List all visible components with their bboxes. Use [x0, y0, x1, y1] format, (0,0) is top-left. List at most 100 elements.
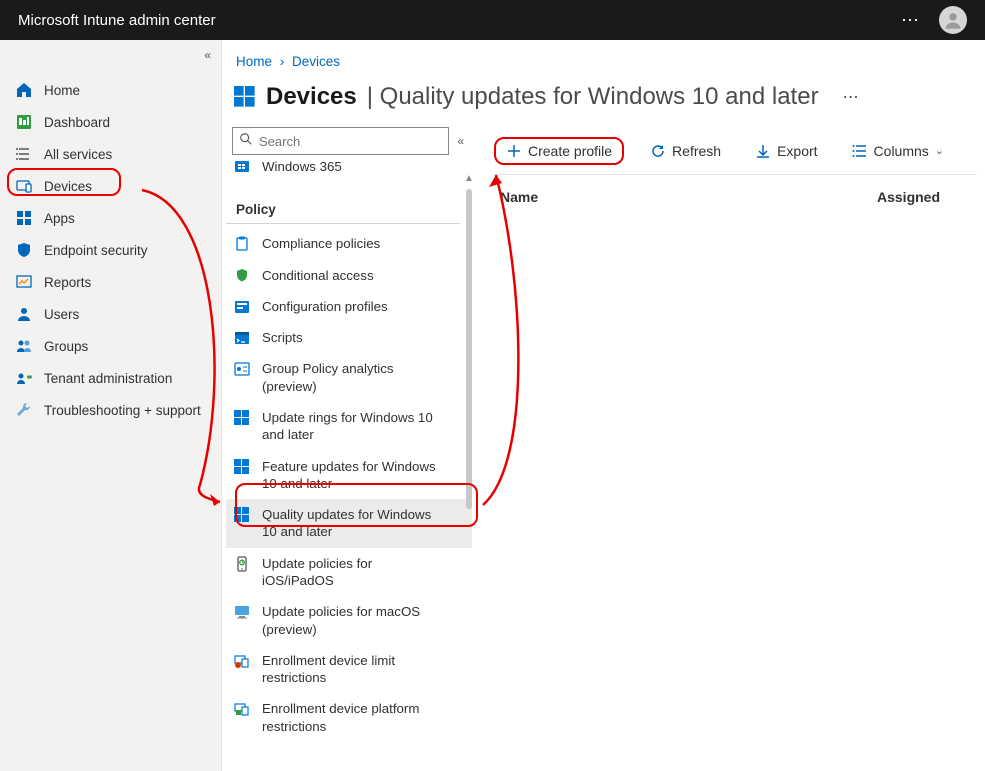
- page-title: Devices: [266, 83, 357, 111]
- subnav-item-ios[interactable]: Update policies for iOS/iPadOS: [226, 548, 472, 597]
- subnav-item-feature[interactable]: Feature updates for Windows 10 and later: [226, 451, 472, 500]
- updaterings-icon: [234, 410, 250, 426]
- subnav-item-gpo[interactable]: Group Policy analytics (preview): [226, 353, 472, 402]
- nav-item-allservices[interactable]: All services: [0, 138, 221, 170]
- refresh-label: Refresh: [672, 143, 721, 159]
- command-bar: Create profile Refresh Export Columns ⌄: [494, 127, 977, 175]
- col-name[interactable]: Name: [494, 189, 877, 205]
- macos-icon: [234, 604, 250, 620]
- columns-button[interactable]: Columns ⌄: [844, 139, 952, 163]
- subnav-item-label: Update rings for Windows 10 and later: [262, 409, 447, 444]
- create-profile-button[interactable]: Create profile: [494, 137, 624, 165]
- subnav-item-label: Windows 365: [262, 161, 342, 175]
- reports-icon: [16, 274, 32, 290]
- export-button[interactable]: Export: [747, 139, 825, 163]
- subnav-item-updaterings[interactable]: Update rings for Windows 10 and later: [226, 402, 472, 451]
- nav-item-groups[interactable]: Groups: [0, 330, 221, 362]
- subnav-item-label: Update policies for iOS/iPadOS: [262, 555, 447, 590]
- page-more-icon[interactable]: ⋯: [843, 87, 859, 107]
- users-icon: [16, 306, 32, 322]
- main-area: Home › Devices Devices | Quality updates…: [222, 40, 985, 771]
- app-title: Microsoft Intune admin center: [18, 12, 901, 29]
- user-avatar[interactable]: [939, 6, 967, 34]
- subnav-item-config[interactable]: Configuration profiles: [226, 291, 472, 322]
- nav-item-users[interactable]: Users: [0, 298, 221, 330]
- subnav-item-label: Enrollment device limit restrictions: [262, 652, 447, 687]
- nav-item-trouble[interactable]: Troubleshooting + support: [0, 394, 221, 426]
- subnav-item-enr-limit[interactable]: Enrollment device limit restrictions: [226, 645, 472, 694]
- nav-item-endpointsecurity[interactable]: Endpoint security: [0, 234, 221, 266]
- breadcrumb-devices[interactable]: Devices: [292, 54, 340, 69]
- subnav-search[interactable]: [232, 127, 449, 155]
- win365-icon: [234, 161, 250, 175]
- scroll-thumb[interactable]: [466, 189, 472, 509]
- groups-icon: [16, 338, 32, 354]
- scripts-icon: [234, 330, 250, 346]
- left-nav: « Home Dashboard All services Devices AppsEn…: [0, 40, 222, 771]
- allservices-icon: [16, 146, 32, 162]
- subnav-item-macos[interactable]: Update policies for macOS (preview): [226, 596, 472, 645]
- subnav-group-policy: Policy: [226, 188, 460, 224]
- config-icon: [234, 299, 250, 315]
- nav-item-reports[interactable]: Reports: [0, 266, 221, 298]
- scroll-up-icon[interactable]: ▲: [464, 173, 472, 184]
- page-subtitle: | Quality updates for Windows 10 and lat…: [367, 83, 819, 111]
- subnav-item-quality[interactable]: Quality updates for Windows 10 and later: [226, 499, 472, 548]
- col-assigned[interactable]: Assigned: [877, 189, 977, 205]
- subnav-item-scripts[interactable]: Scripts: [226, 322, 472, 353]
- plus-icon: [506, 143, 522, 159]
- enr-limit-icon: [234, 653, 250, 669]
- subnav-collapse-icon[interactable]: «: [457, 134, 464, 148]
- breadcrumb: Home › Devices: [222, 54, 985, 83]
- enr-plat-icon: [234, 701, 250, 717]
- apps-icon: [16, 210, 32, 226]
- subnav-item-label: Configuration profiles: [262, 298, 388, 315]
- page-header: Devices | Quality updates for Windows 10…: [222, 83, 985, 127]
- compliance-icon: [234, 236, 250, 252]
- subnav-item-label: Enrollment device platform restrictions: [262, 700, 447, 735]
- refresh-icon: [650, 143, 666, 159]
- windows-logo-icon: [234, 86, 256, 108]
- subnav-item-label: Quality updates for Windows 10 and later: [262, 506, 447, 541]
- content-panel: Create profile Refresh Export Columns ⌄: [472, 127, 985, 771]
- refresh-button[interactable]: Refresh: [642, 139, 729, 163]
- leftnav-collapse-icon[interactable]: «: [204, 48, 211, 62]
- export-label: Export: [777, 143, 817, 159]
- subnav-item-win365[interactable]: Windows 365: [226, 161, 472, 182]
- subnav-item-conditional[interactable]: Conditional access: [226, 260, 472, 291]
- topbar-more-icon[interactable]: ⋯: [901, 10, 921, 31]
- ios-icon: [234, 556, 250, 572]
- subnav-item-enr-plat[interactable]: Enrollment device platform restrictions: [226, 693, 472, 741]
- chevron-down-icon: ⌄: [935, 144, 944, 157]
- subnav-list: Windows 365 Policy Compliance policies Cond…: [222, 161, 472, 741]
- nav-item-label: Reports: [44, 275, 91, 290]
- subnav-item-label: Group Policy analytics (preview): [262, 360, 447, 395]
- nav-item-tenant[interactable]: Tenant administration: [0, 362, 221, 394]
- subnav-item-label: Feature updates for Windows 10 and later: [262, 458, 447, 493]
- nav-item-home[interactable]: Home: [0, 74, 221, 106]
- search-icon: [239, 132, 253, 151]
- columns-label: Columns: [874, 143, 929, 159]
- nav-item-label: Devices: [44, 179, 92, 194]
- nav-item-label: Troubleshooting + support: [44, 403, 201, 418]
- subnav-item-label: Compliance policies: [262, 235, 380, 252]
- export-icon: [755, 143, 771, 159]
- breadcrumb-home[interactable]: Home: [236, 54, 272, 69]
- nav-item-label: Dashboard: [44, 115, 110, 130]
- subnav-scrollbar[interactable]: ▲: [466, 189, 472, 699]
- nav-item-dashboard[interactable]: Dashboard: [0, 106, 221, 138]
- nav-item-label: Users: [44, 307, 79, 322]
- nav-item-devices[interactable]: Devices: [0, 170, 221, 202]
- search-input[interactable]: [259, 134, 442, 149]
- subnav-item-label: Scripts: [262, 329, 303, 346]
- breadcrumb-sep-icon: ›: [276, 54, 289, 69]
- nav-item-apps[interactable]: Apps: [0, 202, 221, 234]
- gpo-icon: [234, 361, 250, 377]
- quality-icon: [234, 507, 250, 523]
- devices-icon: [16, 178, 32, 194]
- dashboard-icon: [16, 114, 32, 130]
- feature-icon: [234, 459, 250, 475]
- tenant-icon: [16, 370, 32, 386]
- nav-item-label: Groups: [44, 339, 88, 354]
- subnav-item-compliance[interactable]: Compliance policies: [226, 228, 472, 259]
